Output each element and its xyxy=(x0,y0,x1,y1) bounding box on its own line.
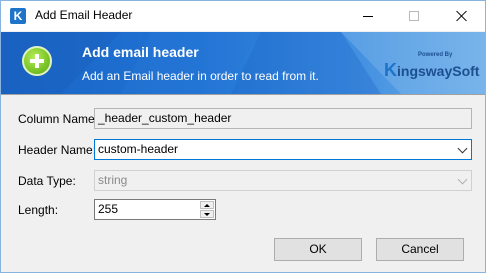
logo-text: ingswaySoft xyxy=(397,63,480,79)
maximize-button xyxy=(391,1,437,31)
add-plus-icon xyxy=(22,46,52,76)
maximize-icon xyxy=(409,11,419,21)
column-name-field: _header_custom_header xyxy=(94,108,472,129)
title-bar: K Add Email Header xyxy=(1,1,485,31)
header-name-combo[interactable]: custom-header xyxy=(94,139,472,160)
header-name-label: Header Name: xyxy=(18,143,97,157)
logo-wordmark: KingswaySoft xyxy=(384,60,479,81)
kingswaysoft-logo: Powered By KingswaySoft xyxy=(384,52,479,80)
minimize-button[interactable] xyxy=(345,1,391,31)
data-type-value: string xyxy=(98,173,128,187)
close-button[interactable] xyxy=(439,1,485,31)
dialog-window: K Add Email Header Add email header Add … xyxy=(0,0,486,273)
banner-subtitle: Add an Email header in order to read fro… xyxy=(82,69,319,83)
chevron-down-icon xyxy=(457,174,468,185)
chevron-down-icon[interactable] xyxy=(457,143,468,154)
length-stepper[interactable]: 255 xyxy=(94,199,216,220)
increment-arrow-icon[interactable] xyxy=(200,201,214,209)
window-title: Add Email Header xyxy=(35,8,133,22)
length-value: 255 xyxy=(98,202,119,216)
minimize-icon xyxy=(363,15,373,17)
banner-title: Add email header xyxy=(82,44,199,60)
banner-divider xyxy=(1,94,485,95)
ok-button[interactable]: OK xyxy=(274,238,362,261)
decrement-arrow-icon[interactable] xyxy=(200,210,214,218)
data-type-select: string xyxy=(94,170,472,191)
kingsway-app-icon: K xyxy=(10,8,26,24)
data-type-label: Data Type: xyxy=(18,174,76,188)
cancel-button[interactable]: Cancel xyxy=(376,238,464,261)
logo-powered-by: Powered By xyxy=(418,52,453,58)
column-name-label: Column Name: xyxy=(18,112,99,126)
header-banner: Add email header Add an Email header in … xyxy=(1,32,485,94)
logo-k: K xyxy=(384,60,397,80)
app-icon-glyph: K xyxy=(13,9,23,23)
header-name-value: custom-header xyxy=(98,142,179,156)
length-spinner xyxy=(200,201,214,218)
close-icon xyxy=(456,10,468,22)
length-label: Length: xyxy=(18,203,59,217)
